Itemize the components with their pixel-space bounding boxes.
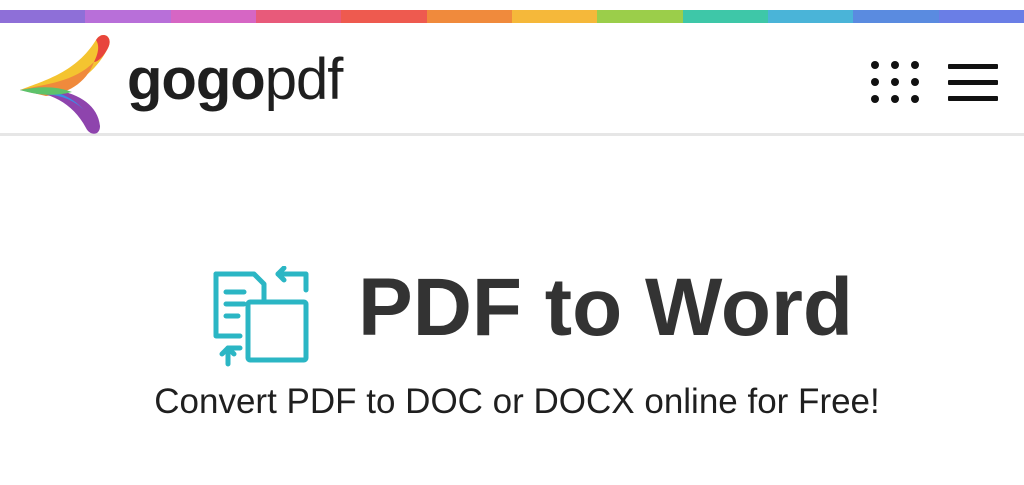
- rainbow-segment: [426, 10, 512, 23]
- rainbow-segment: [682, 10, 768, 23]
- rainbow-segment: [511, 10, 598, 23]
- rainbow-segment: [938, 10, 1024, 23]
- rainbow-segment: [255, 10, 342, 23]
- hamburger-menu-icon[interactable]: [946, 61, 1000, 105]
- rainbow-accent-bar: [0, 10, 1024, 23]
- rainbow-segment: [597, 10, 683, 23]
- rainbow-segment: [85, 10, 171, 23]
- brand-name-bold: gogo: [127, 47, 266, 112]
- gogopdf-logo-icon[interactable]: [16, 32, 112, 138]
- rainbow-segment: [341, 10, 427, 23]
- brand-name-light: pdf: [264, 47, 344, 112]
- rainbow-segment: [170, 10, 256, 23]
- rainbow-segment: [853, 10, 939, 23]
- rainbow-segment: [0, 10, 86, 23]
- apps-grid-icon[interactable]: [867, 58, 923, 106]
- site-header: gogopdf: [0, 23, 1024, 136]
- rainbow-segment: [767, 10, 854, 23]
- page-subtitle: Convert PDF to DOC or DOCX online for Fr…: [154, 382, 880, 421]
- pdf-to-word-convert-icon: [213, 266, 309, 367]
- brand-wordmark[interactable]: gogopdf: [127, 45, 344, 115]
- page-title: PDF to Word: [358, 262, 853, 353]
